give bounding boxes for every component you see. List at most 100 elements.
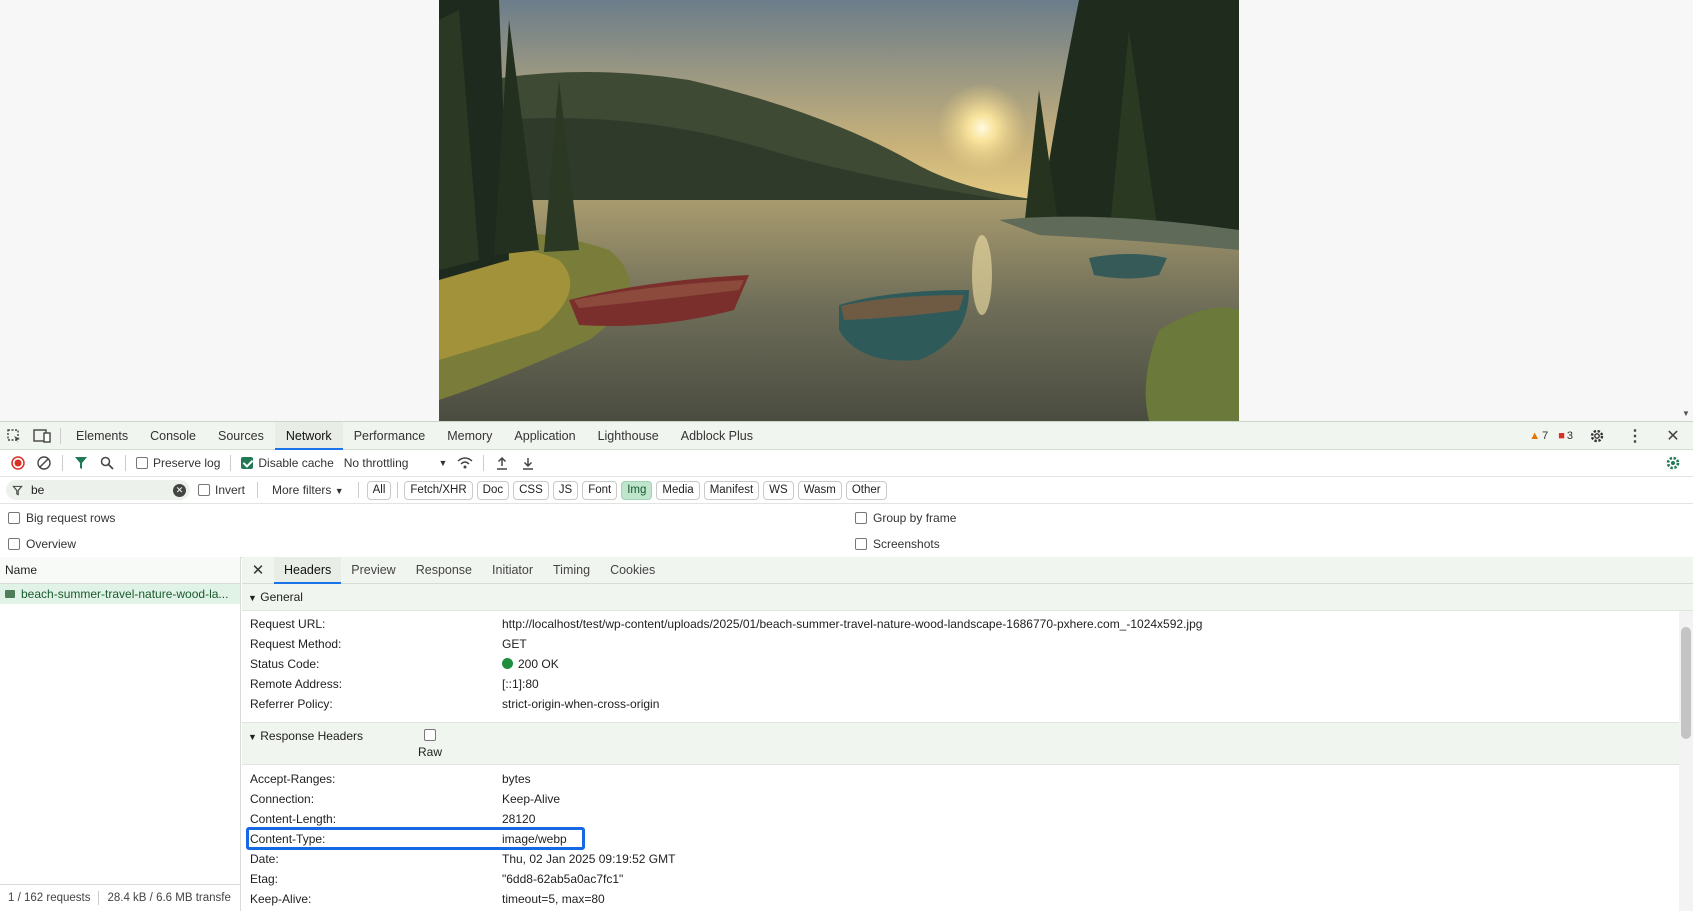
column-header-name[interactable]: Name [0, 557, 240, 584]
disable-cache-label: Disable cache [258, 456, 334, 470]
record-stop-icon[interactable] [6, 451, 30, 475]
clear-log-icon[interactable] [32, 451, 56, 475]
big-rows-box[interactable] [8, 512, 20, 524]
inspect-element-icon[interactable] [0, 422, 28, 450]
disable-cache-box[interactable] [241, 457, 254, 469]
header-key: Status Code: [250, 657, 320, 671]
type-filter-doc[interactable]: Doc [476, 480, 510, 500]
divider [397, 482, 399, 498]
divider [230, 455, 232, 471]
raw-toggle-checkbox[interactable]: Raw [418, 729, 442, 758]
type-filter-other[interactable]: Other [845, 480, 887, 500]
network-conditions-icon[interactable] [453, 451, 477, 475]
type-filter-css[interactable]: CSS [513, 480, 549, 500]
response-headers-section-header[interactable]: ▼ Response Headers Raw [242, 722, 1693, 765]
screenshots-box[interactable] [855, 538, 867, 550]
scrollbar-thumb[interactable] [1681, 627, 1691, 739]
tab-network[interactable]: Network [274, 421, 343, 450]
tab-application[interactable]: Application [503, 422, 586, 450]
header-value: http://localhost/test/wp-content/uploads… [502, 617, 1203, 631]
errors-counter[interactable]: ■ 3 [1558, 430, 1573, 442]
raw-box[interactable] [424, 729, 436, 741]
filter-funnel-icon[interactable] [69, 451, 93, 475]
header-key: Request URL: [250, 617, 326, 631]
tab-initiator[interactable]: Initiator [482, 557, 543, 584]
screenshots-checkbox[interactable]: Screenshots [855, 537, 940, 551]
page-viewport: ▼ [0, 0, 1693, 421]
request-details: ✕ Headers Preview Response Initiator Tim… [242, 556, 1693, 911]
tab-adblock-plus[interactable]: Adblock Plus [670, 422, 764, 450]
tab-response[interactable]: Response [406, 557, 482, 584]
details-tabbar: ✕ Headers Preview Response Initiator Tim… [242, 556, 1693, 584]
devtools-tabbar: Elements Console Sources Network Perform… [0, 421, 1693, 450]
tab-preview[interactable]: Preview [341, 557, 405, 584]
divider [257, 482, 259, 498]
tab-memory[interactable]: Memory [436, 422, 503, 450]
landscape-image [439, 0, 1239, 421]
header-value: image/webp [502, 832, 567, 846]
dropdown-arrow-icon: ▼ [438, 458, 448, 468]
filter-value[interactable]: be [31, 483, 44, 497]
viewport-scrollbar[interactable]: ▼ [1679, 0, 1693, 421]
divider [60, 427, 61, 444]
header-row: Remote Address: [::1]:80 [242, 674, 1693, 694]
tab-performance[interactable]: Performance [343, 422, 437, 450]
throttling-select[interactable]: No throttling ▼ [340, 456, 452, 470]
transfer-size: 28.4 kB / 6.6 MB transfe [107, 892, 231, 904]
type-filter-ws[interactable]: WS [763, 480, 794, 500]
general-section-header[interactable]: ▼ General [242, 584, 1693, 611]
tab-headers[interactable]: Headers [274, 556, 342, 584]
details-scrollbar[interactable] [1679, 611, 1693, 911]
type-filter-wasm[interactable]: Wasm [797, 480, 842, 500]
settings-gear-icon[interactable] [1583, 422, 1611, 450]
type-filter-font[interactable]: Font [582, 480, 618, 500]
close-details-icon[interactable]: ✕ [242, 561, 274, 579]
request-count: 1 / 162 requests [8, 892, 91, 904]
close-devtools-icon[interactable]: ✕ [1659, 422, 1687, 450]
overview-checkbox[interactable]: Overview [8, 537, 76, 551]
tab-timing[interactable]: Timing [543, 557, 600, 584]
type-filter-fetch-xhr[interactable]: Fetch/XHR [404, 480, 473, 500]
tab-sources[interactable]: Sources [207, 422, 275, 450]
scroll-down-arrow-icon[interactable]: ▼ [1682, 409, 1690, 418]
header-row: Request URL: http://localhost/test/wp-con… [242, 614, 1693, 634]
network-settings-gear-icon[interactable] [1661, 451, 1685, 475]
header-key: Date: [250, 852, 279, 866]
overview-box[interactable] [8, 538, 20, 550]
warnings-counter[interactable]: ▲ 7 [1529, 430, 1548, 442]
preserve-log-checkbox[interactable]: Preserve log [132, 456, 224, 470]
network-toolbar: Preserve log Disable cache No throttling… [0, 450, 1693, 477]
invert-box[interactable] [198, 484, 210, 496]
big-request-rows-checkbox[interactable]: Big request rows [8, 511, 115, 525]
type-filter-img[interactable]: Img [621, 480, 653, 500]
more-filters-dropdown[interactable]: More filters ▼ [266, 483, 350, 497]
header-row-highlighted: Content-Type: image/webp [242, 827, 1693, 850]
clear-filter-icon[interactable]: ✕ [173, 484, 186, 497]
header-value: "6dd8-62ab5a0ac7fc1" [502, 872, 624, 886]
type-filter-js[interactable]: JS [552, 480, 579, 500]
device-toolbar-icon[interactable] [28, 422, 56, 450]
tab-cookies[interactable]: Cookies [600, 557, 665, 584]
invert-checkbox[interactable]: Invert [194, 483, 249, 497]
type-filter-all[interactable]: All [366, 480, 392, 500]
filter-funnel-icon [12, 485, 23, 496]
type-filter-media[interactable]: Media [656, 480, 700, 500]
tab-elements[interactable]: Elements [65, 422, 139, 450]
tab-console[interactable]: Console [139, 422, 207, 450]
header-value: timeout=5, max=80 [502, 892, 605, 906]
group-by-frame-checkbox[interactable]: Group by frame [855, 511, 956, 525]
filter-input[interactable]: be ✕ [6, 480, 190, 500]
request-row[interactable]: beach-summer-travel-nature-wood-la... [0, 584, 240, 604]
import-har-icon[interactable] [490, 451, 514, 475]
header-row: Referrer Policy: strict-origin-when-cross… [242, 694, 1693, 714]
network-options: Big request rows Overview Group by frame… [0, 504, 1693, 558]
group-by-frame-box[interactable] [855, 512, 867, 524]
tab-lighthouse[interactable]: Lighthouse [587, 422, 670, 450]
type-filter-manifest[interactable]: Manifest [703, 480, 760, 500]
header-row: Status Code: 200 OK [242, 654, 1693, 674]
more-options-icon[interactable]: ⋮ [1621, 422, 1649, 450]
preserve-log-box[interactable] [136, 457, 148, 469]
disable-cache-checkbox[interactable]: Disable cache [237, 456, 337, 470]
search-icon[interactable] [95, 451, 119, 475]
export-har-icon[interactable] [516, 451, 540, 475]
